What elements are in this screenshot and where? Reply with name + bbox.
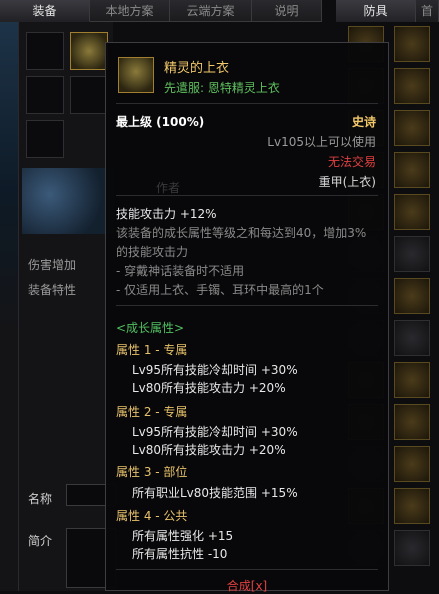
item-slot[interactable] [394,446,430,482]
right-tab-bar: 防具 首 [336,0,439,22]
item-slot[interactable] [394,320,430,356]
tab-help[interactable]: 说明 [252,0,322,22]
growth-header: <成长属性> [116,321,185,335]
tab-accessory[interactable]: 首 [416,0,439,22]
attribute-line: 所有属性抗性 -10 [132,547,228,561]
background-text: 作者 [156,181,181,195]
armor-grid-column [392,26,432,591]
attribute-title: 属性 2 - 专属 [116,405,188,419]
attribute-title: 属性 3 - 部位 [116,465,188,479]
background-edge [0,22,18,591]
skill-attack: 技能攻击力 +12% [116,207,217,221]
armor-icon [118,57,154,93]
item-slot[interactable] [394,404,430,440]
desc-line: - 穿戴神话装备时不适用 [116,264,245,278]
divider [116,569,378,570]
attribute-title: 属性 1 - 专属 [116,343,188,357]
item-slot[interactable] [394,194,430,230]
item-slot[interactable] [394,152,430,188]
attribute-line: Lv95所有技能冷却时间 +30% [132,425,298,439]
equip-slot[interactable] [26,76,64,114]
tab-armor[interactable]: 防具 [336,0,416,22]
divider [116,195,378,196]
attribute-line: Lv80所有技能攻击力 +20% [132,381,286,395]
item-name: 精灵的上衣 [164,61,230,76]
divider [116,305,378,306]
attribute-line: 所有属性强化 +15 [132,529,234,543]
desc-label: 简介 [28,534,53,548]
desc-line: 的技能攻击力 [116,245,189,259]
equip-slot[interactable] [26,120,64,158]
slot-type: 重甲(上衣) [318,175,376,189]
attribute-line: 所有职业Lv80技能范围 +15% [132,486,298,500]
tab-equipment[interactable]: 装备 [0,0,90,22]
name-label: 名称 [28,492,53,506]
item-slot[interactable] [394,68,430,104]
damage-increase-label: 伤害增加 [28,258,77,272]
attribute-title: 属性 4 - 公共 [116,509,188,523]
attribute-line: Lv80所有技能攻击力 +20% [132,443,286,457]
equipment-trait-label: 装备特性 [28,283,77,297]
character-portrait [22,168,114,234]
item-tooltip: 精灵的上衣 先遣服: 恩特精灵上衣 最上级 (100%) 史诗 Lv105以上可… [105,42,389,593]
item-grade: 最上级 (100%) [116,115,205,129]
item-slot[interactable] [394,236,430,272]
level-requirement: Lv105以上可以使用 [267,135,376,149]
divider [116,103,378,104]
tab-cloud-plans[interactable]: 云端方案 [170,0,252,22]
item-slot[interactable] [394,488,430,524]
desc-line: 该装备的成长属性等级之和每达到40，增加3% [116,226,367,240]
item-slot[interactable] [394,278,430,314]
trade-status: 无法交易 [327,155,376,169]
tab-bar: 装备 本地方案 云端方案 说明 [0,0,322,22]
equip-slot[interactable] [26,32,64,70]
item-subtitle: 先遣服: 恩特精灵上衣 [164,81,280,95]
footer-note: 合成[x] [226,579,268,593]
item-rarity: 史诗 [351,115,376,129]
item-slot[interactable] [394,110,430,146]
item-slot[interactable] [394,362,430,398]
desc-line: - 仅适用上衣、手镯、耳环中最高的1个 [116,283,324,297]
equip-slot-top[interactable] [70,32,108,70]
tab-local-plans[interactable]: 本地方案 [90,0,170,22]
equip-slot[interactable] [70,76,108,114]
item-slot[interactable] [394,26,430,62]
item-slot[interactable] [394,530,430,566]
attribute-line: Lv95所有技能冷却时间 +30% [132,363,298,377]
